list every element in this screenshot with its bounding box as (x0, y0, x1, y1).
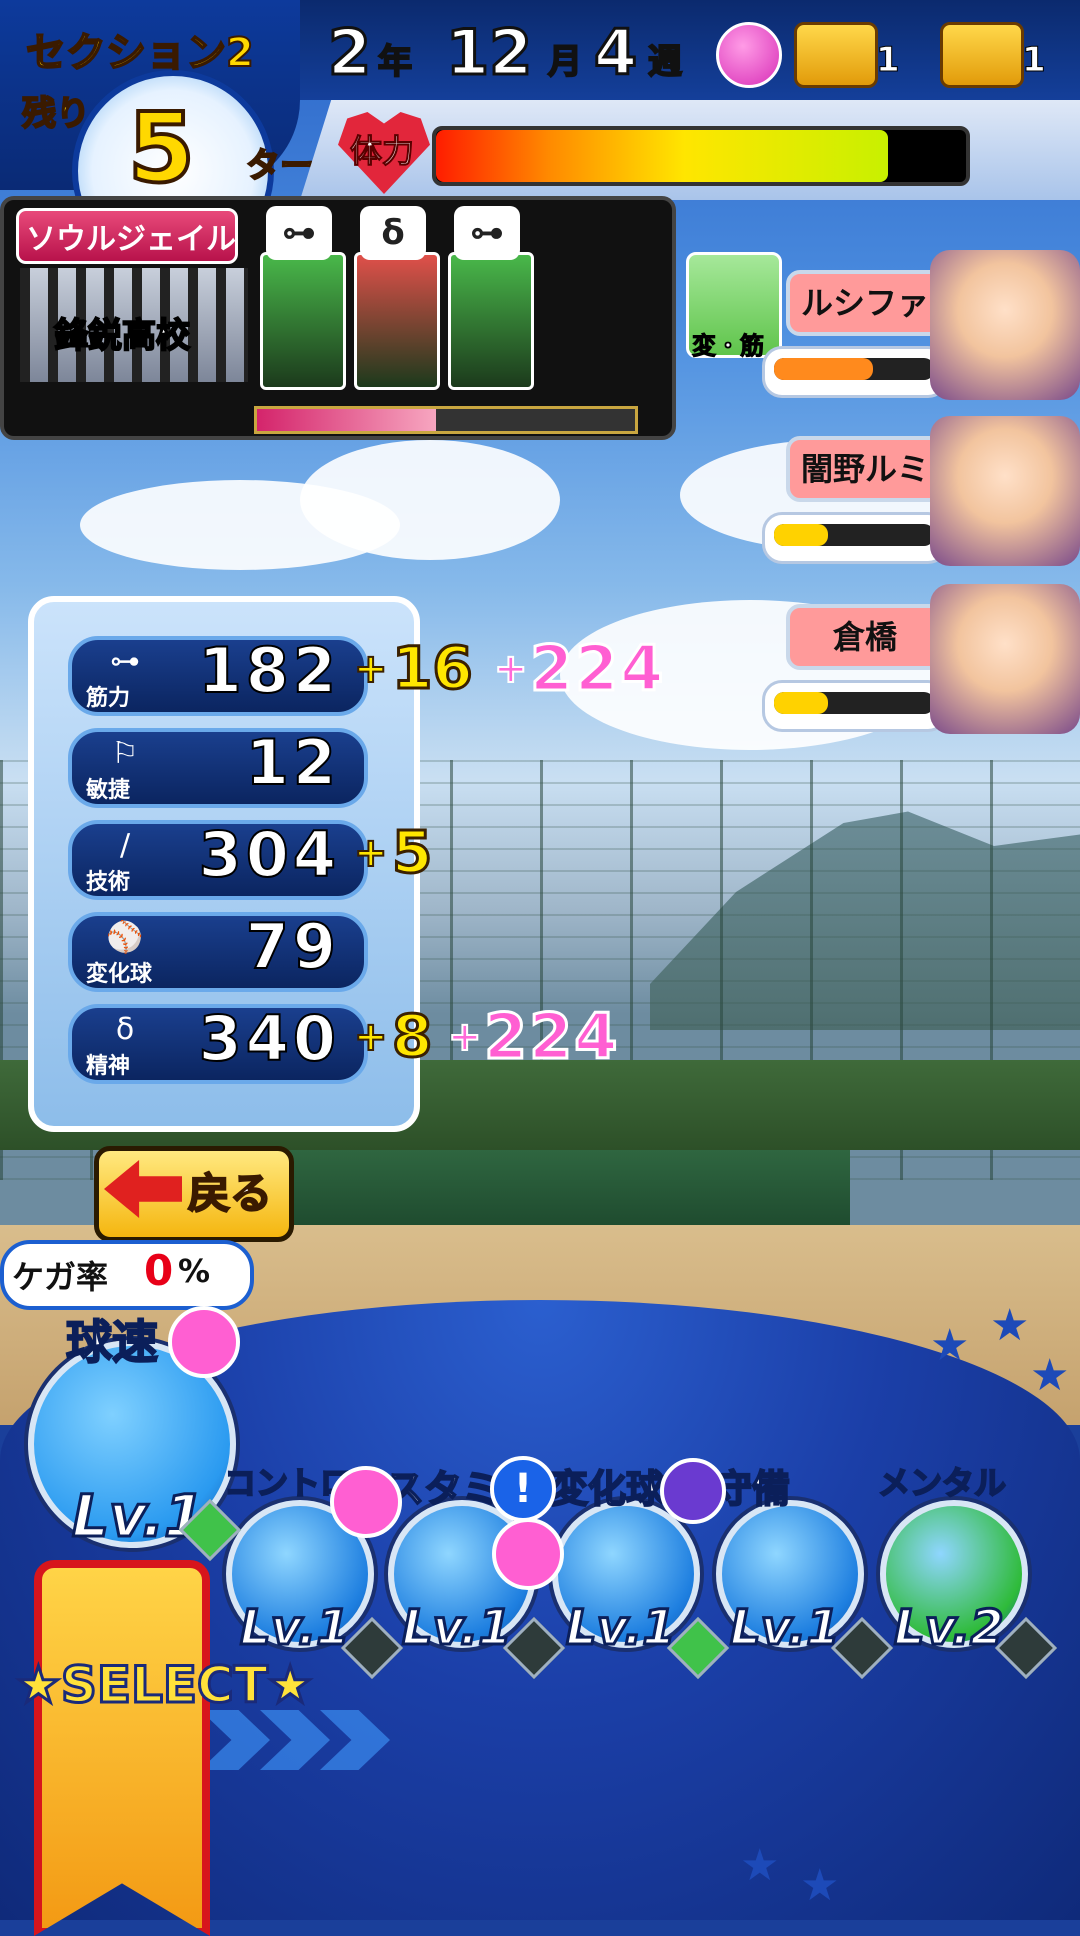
stat-bonus: 8 (390, 1001, 433, 1072)
bond-gauge-fill (774, 692, 828, 714)
chest-count: 1 (1022, 40, 1047, 81)
injury-rate-unit: % (178, 1252, 211, 1290)
date-month-unit: 月 (547, 41, 583, 83)
training-level: Lv.2 (893, 1599, 1006, 1658)
dumbbell-icon: ⊶ (266, 206, 332, 260)
character-name[interactable]: 倉橋 (786, 604, 944, 670)
plus-sign: + (493, 645, 528, 693)
stat-value: 340 (198, 1001, 340, 1076)
skill-tile-label: 変・筋 (692, 332, 765, 361)
training-level: Lv.1 (565, 1599, 678, 1658)
bat-icon: ∕ (119, 828, 131, 863)
star-decoration-icon: ★ (740, 1840, 780, 1891)
remaining-label: 残り (21, 93, 91, 135)
stat-label: 筋力 (86, 686, 131, 711)
dumbbell-icon: ⊶ (454, 206, 520, 260)
star-decoration-icon: ★ (800, 1860, 840, 1911)
plus-sign: + (353, 1013, 388, 1061)
training-title[interactable]: 球速 (65, 1306, 159, 1372)
stat-label: 敏捷 (86, 778, 131, 803)
gold-treasure-chest-icon[interactable] (940, 22, 1024, 88)
stamina-label: 体力 (349, 132, 415, 171)
training-level: Lv.1 (239, 1599, 352, 1658)
stat-bonus-extra: 224 (528, 631, 666, 707)
date-year: 2 (326, 15, 372, 91)
plus-sign: + (353, 645, 388, 693)
star-decoration-icon: ★ (1030, 1350, 1070, 1401)
back-label[interactable]: 戻る (187, 1160, 273, 1221)
happy-face-icon (716, 22, 782, 88)
stat-label: 技術 (86, 870, 131, 895)
spike-shoe-icon: ⚐ (111, 736, 139, 771)
training-title[interactable]: メンタル (877, 1458, 1007, 1504)
section-title: セクション2 (25, 29, 255, 77)
team-gauge-fill (257, 409, 436, 431)
outfield-wall (270, 1150, 850, 1230)
star-decoration-icon: ★ (930, 1320, 970, 1371)
bond-gauge-fill (774, 358, 873, 380)
date-week: 4 (592, 15, 638, 91)
stat-label: 変化球 (86, 962, 153, 987)
training-title[interactable]: 変化球 (549, 1458, 665, 1513)
pink-card-bubble-icon (168, 1306, 240, 1378)
star-decoration-icon: ★ (990, 1300, 1030, 1351)
team-tag-label: ソウルジェイル (26, 222, 236, 257)
alert-bubble-icon: ! (490, 1456, 556, 1522)
character-name[interactable]: 闇野ルミナ (786, 436, 944, 546)
stat-value: 12 (245, 725, 340, 800)
stat-bonus: 5 (390, 817, 433, 888)
select-label[interactable]: ★SELECT★ (15, 1655, 315, 1716)
training-title[interactable]: スタミ (385, 1458, 501, 1513)
target-bubble-icon (660, 1458, 726, 1524)
lumina-portrait[interactable] (930, 416, 1080, 566)
kurahashi-portrait[interactable] (930, 584, 1080, 734)
training-level: Lv.1 (70, 1481, 205, 1552)
dumbbell-icon: ⊶ (110, 644, 140, 679)
team-member-card[interactable] (448, 252, 534, 390)
stat-value: 304 (198, 817, 340, 892)
training-level: Lv.1 (401, 1599, 514, 1658)
stat-bonus-extra: 224 (482, 999, 620, 1075)
pink-card-bubble-icon (492, 1518, 564, 1590)
stamina-fill (436, 130, 888, 182)
plus-sign: + (353, 829, 388, 877)
school-name: 鋒鋭高校 (53, 315, 191, 357)
date-month: 12 (444, 15, 533, 91)
date-week-unit: 週 (647, 41, 683, 83)
training-level: Lv.1 (729, 1599, 842, 1658)
injury-rate-value: 0 (144, 1246, 174, 1295)
select-ribbon[interactable] (34, 1560, 210, 1936)
chest-count: 1 (876, 40, 901, 81)
bond-gauge-fill (774, 524, 828, 546)
plus-sign: + (447, 1013, 482, 1061)
stat-value: 182 (198, 633, 340, 708)
lucifer-portrait[interactable] (930, 250, 1080, 400)
spirit-icon: δ (115, 1012, 135, 1047)
breaking-ball-icon: ⚾ (106, 920, 144, 955)
stat-label: 精神 (86, 1054, 131, 1079)
injury-rate-label: ケガ率 (12, 1258, 109, 1296)
red-treasure-chest-icon[interactable] (794, 22, 878, 88)
pink-card-bubble-icon (330, 1466, 402, 1538)
team-member-card[interactable] (260, 252, 346, 390)
turns-remaining: 5 (126, 90, 197, 206)
team-member-card[interactable] (354, 252, 440, 390)
spirit-icon: δ (360, 206, 426, 260)
character-name[interactable]: ルシファー (786, 270, 944, 380)
date-year-unit: 年 (377, 41, 413, 83)
stat-value: 79 (245, 909, 340, 984)
stat-bonus: 16 (391, 633, 475, 704)
